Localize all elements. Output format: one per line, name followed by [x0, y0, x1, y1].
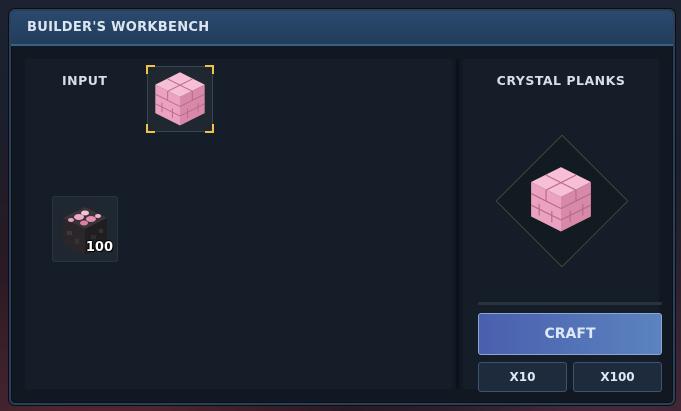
output-panel: CRYSTAL PLANKS CRAFT X10 X100: [463, 59, 662, 392]
craft-x10-button[interactable]: X10: [478, 362, 567, 392]
output-preview-frame: [495, 134, 629, 268]
pink-planks-block-icon: [154, 71, 206, 126]
window-titlebar: BUILDER'S WORKBENCH: [11, 11, 673, 46]
selected-recipe-slot[interactable]: [146, 65, 214, 133]
input-label: INPUT: [62, 73, 108, 88]
selection-corner: [146, 65, 155, 74]
output-item-title: CRYSTAL PLANKS: [496, 73, 626, 88]
selection-corner: [205, 124, 214, 133]
craft-button[interactable]: CRAFT: [478, 313, 662, 355]
pink-planks-block-icon: [530, 166, 592, 233]
selection-corner: [205, 65, 214, 74]
item-quantity: 100: [85, 240, 113, 255]
panel-divider: [456, 59, 459, 389]
craft-x100-button[interactable]: X100: [573, 362, 662, 392]
selection-corner: [146, 124, 155, 133]
window-title: BUILDER'S WORKBENCH: [27, 20, 210, 35]
input-slot-crystal-ore[interactable]: 100: [52, 196, 118, 262]
craft-progress-bar: [478, 302, 662, 305]
input-panel: INPUT 100: [25, 59, 453, 389]
workbench-window: BUILDER'S WORKBENCH INPUT 100 CRYSTAL PL…: [9, 9, 675, 405]
